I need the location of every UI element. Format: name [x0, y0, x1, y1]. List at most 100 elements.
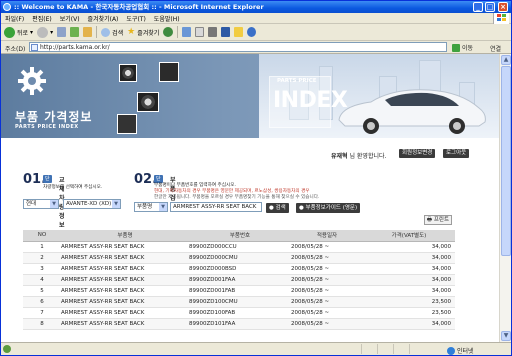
table-row[interactable]: 2 ARMREST ASSY-RR SEAT BACK 89900ZD000CMU 2… — [23, 252, 455, 264]
chevron-down-icon: ▼ — [112, 200, 120, 208]
table-row[interactable]: 3 ARMREST ASSY-RR SEAT BACK 89900ZD000BSD 2… — [23, 263, 455, 275]
go-button[interactable]: 이동 — [452, 43, 473, 52]
part-search-input[interactable]: ARMREST ASSY-RR SEAT BACK — [170, 202, 262, 212]
scroll-up-icon[interactable]: ▲ — [501, 55, 511, 65]
menu-tools[interactable]: 도구(T) — [126, 14, 145, 23]
model-value: AVANTE-XD (XD) — [66, 201, 112, 207]
step1-tag: 단계 — [43, 175, 52, 190]
search-type-value: 부품명 — [137, 204, 153, 210]
cell-part-number: 89900ZD100FAB — [189, 307, 291, 319]
cell-part-number: 89900ZD100CMU — [189, 296, 291, 308]
print-icon[interactable] — [208, 27, 218, 37]
search-type-select[interactable]: 부품명 ▼ — [134, 202, 168, 212]
cell-part-name: ARMREST ASSY-RR SEAT BACK — [61, 263, 189, 275]
home-icon[interactable] — [83, 27, 93, 37]
wheel-image — [137, 92, 159, 112]
table-row[interactable]: 8 ARMREST ASSY-RR SEAT BACK 89900ZD101FAA 2… — [23, 318, 455, 330]
edit-profile-button[interactable]: 회원정보변경 — [399, 149, 436, 158]
cell-part-name: ARMREST ASSY-RR SEAT BACK — [61, 274, 189, 286]
page-done-icon — [3, 345, 11, 353]
cell-part-name: ARMREST ASSY-RR SEAT BACK — [61, 241, 189, 253]
refresh-icon[interactable] — [70, 27, 80, 37]
scroll-thumb[interactable] — [501, 66, 511, 256]
links-toolbar[interactable]: 연결 — [490, 44, 501, 53]
history-icon[interactable] — [182, 27, 192, 37]
cell-part-number: 89900ZD000CMU — [189, 252, 291, 264]
maker-value: 현대 — [26, 201, 37, 207]
table-row[interactable]: 1 ARMREST ASSY-RR SEAT BACK 89900ZD000CCU 2… — [23, 241, 455, 253]
cell-date: 2008/05/28 ~ — [291, 241, 363, 253]
go-arrow-icon — [452, 43, 460, 52]
cell-date: 2008/05/28 ~ — [291, 285, 363, 297]
cell-no: 4 — [23, 274, 61, 286]
search-button[interactable]: 검색 — [101, 27, 123, 37]
forward-arrow-icon — [37, 26, 49, 38]
media-icon[interactable] — [163, 27, 174, 37]
folder-icon[interactable] — [234, 27, 244, 37]
table-row[interactable]: 6 ARMREST ASSY-RR SEAT BACK 89900ZD100CMU 2… — [23, 296, 455, 308]
maker-select[interactable]: 현대 ▼ — [23, 199, 59, 209]
col-header-part-name: 부품명 — [61, 230, 189, 242]
welcome-text: 님 환영합니다. — [349, 153, 387, 160]
step2-note-3: 한글만 제공됩니다. 부품명을 모르실 경우 부품명찾기 기능을 통해 찾으실 … — [154, 195, 320, 200]
mail-icon[interactable] — [195, 27, 205, 37]
favorites-button[interactable]: ★ 즐겨찾기 — [127, 27, 159, 37]
table-header-row: NO 부품명 부품번호 적용일자 가격(VAT별도) — [23, 230, 455, 242]
edit-icon[interactable] — [221, 27, 231, 37]
page-subtitle: PARTS PRICE INDEX — [15, 124, 79, 130]
part-guide-button[interactable]: ● 부품정보가이드 (영문) — [296, 203, 361, 213]
table-row[interactable]: 4 ARMREST ASSY-RR SEAT BACK 89900ZD001FAA 2… — [23, 274, 455, 286]
model-select[interactable]: AVANTE-XD (XD) ▼ — [63, 199, 121, 209]
window-title: :: Welcome to KAMA - 한국자동차공업협회 :: - Micr… — [14, 3, 264, 11]
cell-price: 34,000 — [363, 241, 455, 253]
scroll-down-icon[interactable]: ▼ — [501, 331, 511, 341]
address-bar: 주소(D) http://parts.kama.or.kr/ 이동 연결 — [1, 41, 511, 54]
address-label: 주소(D) — [5, 46, 26, 53]
menu-favorites[interactable]: 즐겨찾기(A) — [88, 14, 119, 23]
cell-price: 34,000 — [363, 285, 455, 297]
close-button[interactable]: × — [498, 2, 508, 12]
search-button[interactable]: ● 검색 — [266, 203, 289, 213]
windows-logo-icon — [493, 13, 509, 24]
col-header-date: 적용일자 — [291, 230, 363, 242]
maximize-button[interactable]: □ — [485, 2, 495, 12]
cell-price: 34,000 — [363, 274, 455, 286]
parts-image — [117, 114, 137, 134]
back-button[interactable]: 뒤로 ▾ — [4, 26, 33, 38]
cell-part-name: ARMREST ASSY-RR SEAT BACK — [61, 252, 189, 264]
favorites-label: 즐겨찾기 — [137, 29, 160, 37]
cell-price: 34,000 — [363, 263, 455, 275]
chevron-down-icon: ▼ — [50, 200, 58, 208]
logout-button[interactable]: 로그아웃 — [443, 149, 470, 158]
tire-image — [119, 64, 137, 82]
security-zone: 인터넷 — [447, 346, 474, 355]
messenger-icon[interactable] — [247, 27, 257, 37]
search-button-label: 검색 — [275, 205, 286, 211]
menu-edit[interactable]: 편집(E) — [32, 14, 52, 23]
forward-button[interactable]: ▾ — [37, 26, 53, 38]
menu-help[interactable]: 도움말(H) — [154, 14, 180, 23]
menu-file[interactable]: 파일(F) — [5, 14, 24, 23]
status-cell — [361, 344, 377, 354]
badge-sub-text: PARTS PRICE — [277, 78, 317, 84]
step1-note: 차량정보를 선택하여 주십시오. — [43, 185, 103, 190]
vertical-scrollbar[interactable]: ▲ ▼ — [499, 54, 511, 342]
cell-part-name: ARMREST ASSY-RR SEAT BACK — [61, 318, 189, 330]
status-cell — [393, 344, 409, 354]
table-row[interactable]: 7 ARMREST ASSY-RR SEAT BACK 89900ZD100FAB 2… — [23, 307, 455, 319]
minimize-button[interactable]: _ — [473, 2, 483, 12]
table-row[interactable]: 5 ARMREST ASSY-RR SEAT BACK 89900ZD001FAB 2… — [23, 285, 455, 297]
step2-tag: 단계 — [154, 175, 163, 190]
menu-view[interactable]: 보기(V) — [60, 14, 80, 23]
print-button[interactable]: 🖶 프린트 — [424, 215, 452, 225]
cell-no: 2 — [23, 252, 61, 264]
stop-icon[interactable] — [57, 27, 67, 37]
star-icon: ★ — [127, 27, 136, 37]
page-title: 부품 가격정보 — [15, 110, 93, 124]
cell-no: 3 — [23, 263, 61, 275]
address-url: http://parts.kama.or.kr/ — [40, 44, 110, 51]
address-input[interactable]: http://parts.kama.or.kr/ — [29, 42, 447, 52]
cell-part-number: 89900ZD000BSD — [189, 263, 291, 275]
status-cell — [377, 344, 393, 354]
menu-bar: 파일(F) 편집(E) 보기(V) 즐겨찾기(A) 도구(T) 도움말(H) — [1, 13, 511, 24]
